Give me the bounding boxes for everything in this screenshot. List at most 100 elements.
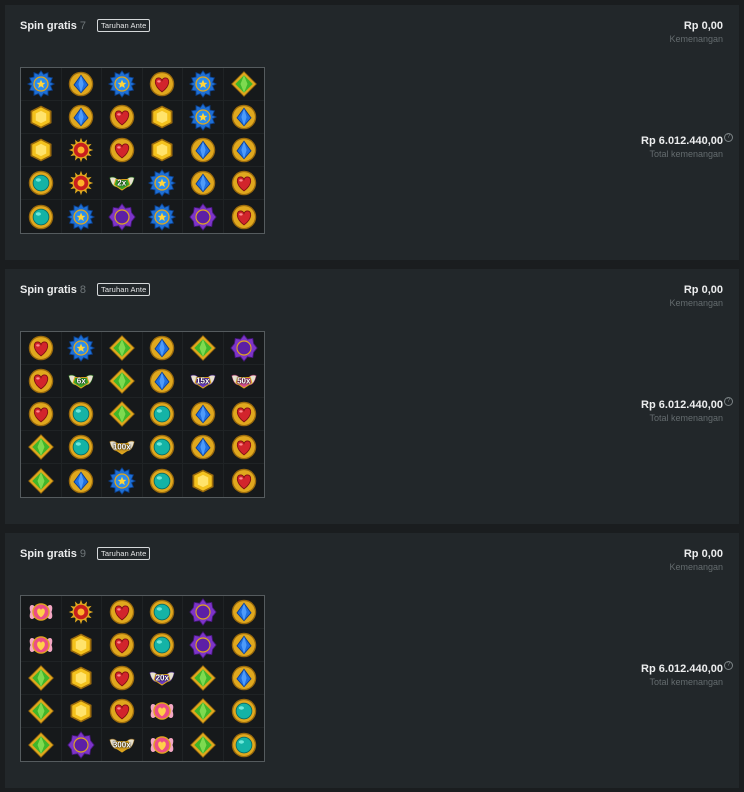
red-heart-icon [230,169,258,197]
help-icon[interactable]: ? [724,133,733,142]
spin-title-row: Spin gratis 7 Taruhan Ante [20,19,151,32]
reel-cell: 15x [183,365,224,398]
reel-cell [102,134,143,167]
blue-star-icon [148,202,177,231]
spin-number: 7 [79,19,86,32]
reel-cell [224,464,265,497]
total-win-label: Total kemenangan [649,413,723,423]
red-heart-icon [230,400,258,428]
blue-gem-icon [67,467,95,495]
yellow-gem-icon [67,664,95,692]
spin-title-row: Spin gratis 8 Taruhan Ante [20,283,151,296]
reel-cell [183,398,224,431]
reel-cell: 100x [102,431,143,464]
reel-cell [223,695,264,728]
total-win: Rp 6.012.440,00 ? Total kemenangan [641,661,733,688]
reel-cell [102,101,143,134]
pink-orb-icon [148,697,176,725]
spin-card: Spin gratis 9 Taruhan Ante Rp 0,00 Kemen… [5,533,739,788]
blue-gem-icon [230,664,258,692]
spin-number: 8 [79,283,86,296]
reel-cell [223,101,264,134]
purple-moon-icon [189,631,217,659]
reel-cell [102,695,143,728]
reel-cell [21,200,62,233]
spin-win: Rp 0,00 Kemenangan [669,548,723,573]
pink-orb-icon [27,631,55,659]
reel-cell: 300x [102,728,143,761]
green-gem-icon [108,334,136,362]
reel-cell [142,596,183,629]
reel-cell [142,101,183,134]
red-heart-icon [108,598,136,626]
spin-card: Spin gratis 7 Taruhan Ante Rp 0,00 Kemen… [5,5,739,260]
teal-gem-icon [230,731,258,759]
teal-gem-icon [67,433,95,461]
reel-cell [223,596,264,629]
reel-cell [224,728,265,761]
green-gem-icon [189,697,217,725]
red-heart-icon [27,334,55,362]
help-icon[interactable]: ? [724,661,733,670]
teal-gem-icon [148,598,176,626]
reel-cell [21,728,62,761]
reel-cell: 20x [142,662,183,695]
purple-moon-icon [67,730,95,759]
reel-cell [21,332,62,365]
reel-cell [61,332,102,365]
teal-gem-icon [27,203,55,231]
blue-gem-icon [230,136,258,164]
reel-cell [102,200,143,233]
reel-cell [142,431,183,464]
reel-cell [223,332,264,365]
red-heart-icon [148,70,176,98]
reel-cell [142,695,183,728]
yellow-gem-icon [189,467,217,495]
reel-cell [183,167,224,200]
reel-cell [61,167,102,200]
reel-cell [61,596,102,629]
reel-cell [183,431,224,464]
reel-cell [102,629,143,662]
purple-moon-icon [230,334,258,362]
blue-star-icon [26,70,55,98]
yellow-gem-icon [67,697,95,725]
yellow-gem-icon [148,136,176,164]
reel-cell [224,200,265,233]
reel-cell: 2x [102,167,143,200]
reel-cell [21,431,62,464]
reel-cell [61,662,102,695]
reel-cell [61,101,102,134]
blue-star-icon [67,334,96,362]
gold-wing-icon [108,731,136,759]
blue-gem-icon [148,367,176,395]
spin-title-row: Spin gratis 9 Taruhan Ante [20,547,151,560]
yellow-gem-icon [148,103,176,131]
blue-gem-icon [230,598,258,626]
help-icon[interactable]: ? [724,397,733,406]
green-gem-icon [27,433,55,461]
red-heart-icon [27,400,55,428]
reel-cell [21,398,62,431]
green-wing-icon [108,169,136,197]
blue-gem-icon [189,433,217,461]
blue-gem-icon [189,136,217,164]
blue-gem-icon [67,70,95,98]
red-heart-icon [108,697,136,725]
reel-cell [183,200,224,233]
spin-win-value: Rp 0,00 [683,548,723,560]
spin-win: Rp 0,00 Kemenangan [669,20,723,45]
reel-grid: 2x [20,67,265,234]
red-heart-icon [230,467,258,495]
reel-cell [223,68,264,101]
purple-wing-icon [189,367,217,395]
reel-cell [21,134,62,167]
total-win-value: Rp 6.012.440,00 [641,135,723,147]
ante-bet-badge: Taruhan Ante [96,283,151,296]
reel-cell [61,134,102,167]
reel-cell [142,365,183,398]
blue-star-icon [188,103,217,131]
reel-cell [183,134,224,167]
green-gem-icon [189,334,217,362]
reel-cell [102,662,143,695]
